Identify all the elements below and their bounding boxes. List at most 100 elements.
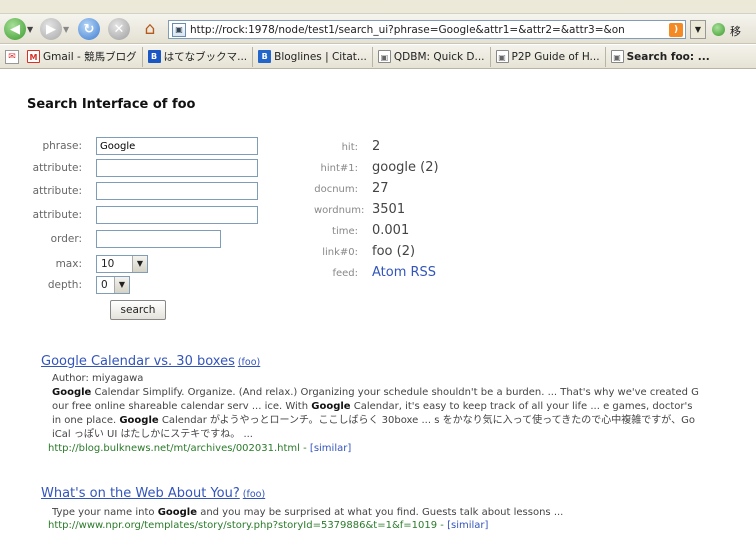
stat-docnum: docnum: 27 bbox=[314, 181, 389, 196]
result-url-separator: - bbox=[299, 443, 310, 454]
go-icon[interactable] bbox=[712, 23, 725, 36]
result-title-link[interactable]: What's on the Web About You? (foo) bbox=[41, 486, 265, 501]
stat-feed: feed: Atom RSS bbox=[314, 265, 436, 280]
page-content: Search Interface of foo phrase: attribut… bbox=[0, 70, 756, 554]
address-dropdown-icon[interactable]: ▼ bbox=[690, 20, 706, 39]
max-select[interactable]: 10 ▼ bbox=[96, 255, 148, 273]
order-input[interactable] bbox=[96, 230, 221, 248]
result-tag[interactable]: (foo) bbox=[243, 489, 265, 500]
page-icon: ▣ bbox=[610, 50, 624, 63]
bookmark-label: P2P Guide of H... bbox=[511, 50, 600, 63]
result-url-separator: - bbox=[437, 520, 448, 531]
similar-link[interactable]: [similar] bbox=[310, 443, 351, 454]
stat-label: feed: bbox=[332, 268, 358, 279]
stat-label: hint#1: bbox=[320, 163, 359, 174]
order-row: order: bbox=[26, 230, 221, 248]
result-snippet-line: Google Calendar Simplify. Organize. (And… bbox=[52, 387, 699, 398]
similar-link[interactable]: [similar] bbox=[447, 520, 488, 531]
page-icon: ▣ bbox=[377, 50, 391, 63]
hatena-icon: B bbox=[147, 50, 161, 63]
stat-label: docnum: bbox=[314, 184, 358, 195]
bookmark-p2p-guide[interactable]: ▣ P2P Guide of H... bbox=[491, 46, 606, 67]
stat-hit: hit: 2 bbox=[314, 139, 381, 154]
back-dropdown-icon[interactable]: ▼ bbox=[27, 25, 33, 34]
search-button[interactable]: search bbox=[110, 300, 166, 320]
bookmark-search-foo[interactable]: ▣ Search foo: ... bbox=[606, 47, 715, 67]
order-label: order: bbox=[50, 233, 82, 245]
chevron-down-icon[interactable]: ▼ bbox=[132, 256, 147, 272]
window-title-strip bbox=[0, 0, 756, 14]
bookmark-hatena[interactable]: B はてなブックマ... bbox=[143, 46, 254, 67]
page-icon: ▣ bbox=[495, 50, 509, 63]
attribute-label: attribute: bbox=[32, 209, 82, 221]
result-url-line: http://blog.bulknews.net/mt/archives/002… bbox=[48, 443, 351, 454]
bookmark-label: Search foo: ... bbox=[626, 50, 710, 63]
stat-value: 27 bbox=[372, 181, 389, 196]
bookmark-qdbm[interactable]: ▣ QDBM: Quick D... bbox=[373, 46, 491, 67]
stat-value: google (2) bbox=[372, 160, 439, 175]
page-icon: ▣ bbox=[172, 22, 186, 37]
result-snippet-line: iCal っぽい UI はたしかにステキですね。 ... bbox=[52, 429, 253, 440]
phrase-row: phrase: bbox=[26, 137, 258, 155]
stat-label: wordnum: bbox=[314, 205, 365, 216]
gmail-icon: M bbox=[27, 50, 40, 63]
stat-wordnum: wordnum: 3501 bbox=[314, 202, 405, 217]
bookmarks-toolbar: ✉ M Gmail - 競馬ブログ B はてなブックマ... B Bloglin… bbox=[0, 45, 756, 69]
bookmark-gmail[interactable]: M Gmail - 競馬ブログ bbox=[22, 46, 143, 67]
keyword-highlight: Google bbox=[52, 387, 92, 398]
result-title[interactable]: Google Calendar vs. 30 boxes bbox=[41, 354, 235, 369]
attribute-input-2[interactable] bbox=[96, 182, 258, 200]
stat-label: hit: bbox=[341, 142, 358, 153]
attribute-input-3[interactable] bbox=[96, 206, 258, 224]
result-snippet-line: in one place. Google Calendar がようやっとローンチ… bbox=[52, 415, 695, 426]
go-button-label[interactable]: 移 bbox=[730, 23, 741, 39]
bloglines-icon: B bbox=[258, 50, 272, 63]
keyword-highlight: Google bbox=[311, 401, 351, 412]
bookmarks-folder-icon[interactable]: ✉ bbox=[5, 49, 19, 64]
rss-feed-icon[interactable]: ) bbox=[669, 22, 683, 37]
bookmark-label: はてなブックマ... bbox=[163, 51, 248, 63]
bookmark-label: Bloglines | Citat... bbox=[274, 50, 367, 63]
phrase-label: phrase: bbox=[42, 140, 82, 152]
result-snippet-line: our free online shareable calendar serv … bbox=[52, 401, 693, 412]
bookmark-bloglines[interactable]: B Bloglines | Citat... bbox=[253, 46, 373, 67]
forward-dropdown-icon[interactable]: ▼ bbox=[63, 25, 69, 34]
chevron-down-icon[interactable]: ▼ bbox=[114, 277, 129, 293]
result-title-link[interactable]: Google Calendar vs. 30 boxes (foo) bbox=[41, 354, 260, 369]
address-bar[interactable]: ▣ http://rock:1978/node/test1/search_ui?… bbox=[168, 20, 686, 39]
result-url[interactable]: http://blog.bulknews.net/mt/archives/002… bbox=[48, 443, 300, 454]
attribute-input-1[interactable] bbox=[96, 159, 258, 177]
stat-label: link#0: bbox=[322, 247, 358, 258]
back-arrow-icon[interactable]: ◀ bbox=[4, 18, 26, 40]
depth-select[interactable]: 0 ▼ bbox=[96, 276, 130, 294]
bookmark-label: Gmail - 競馬ブログ bbox=[43, 51, 137, 63]
keyword-highlight: Google bbox=[157, 507, 198, 518]
stat-link: link#0: foo (2) bbox=[314, 244, 415, 259]
navigation-toolbar: ◀ ▼ ▶ ▼ ↻ ✕ ⌂ ▣ http://rock:1978/node/te… bbox=[0, 14, 756, 44]
stat-value[interactable]: foo (2) bbox=[372, 244, 415, 259]
result-tag[interactable]: (foo) bbox=[238, 357, 260, 368]
result-url[interactable]: http://www.npr.org/templates/story/story… bbox=[48, 520, 437, 531]
address-bar-url[interactable]: http://rock:1978/node/test1/search_ui?ph… bbox=[190, 24, 669, 36]
forward-arrow-icon[interactable]: ▶ bbox=[40, 18, 62, 40]
stat-value: 2 bbox=[372, 139, 381, 154]
stat-value: 0.001 bbox=[372, 223, 410, 238]
reload-icon[interactable]: ↻ bbox=[78, 18, 100, 40]
max-row: max: 10 ▼ bbox=[26, 255, 148, 273]
max-select-value: 10 bbox=[101, 258, 115, 270]
stop-icon[interactable]: ✕ bbox=[108, 18, 130, 40]
attribute-row-2: attribute: bbox=[26, 182, 258, 200]
phrase-input[interactable] bbox=[96, 137, 258, 155]
result-author: Author: miyagawa bbox=[52, 373, 144, 384]
keyword-highlight: Google bbox=[119, 415, 159, 426]
depth-select-value: 0 bbox=[101, 279, 108, 291]
result-title[interactable]: What's on the Web About You? bbox=[41, 486, 240, 501]
attribute-row-1: attribute: bbox=[26, 159, 258, 177]
atom-rss-link[interactable]: Atom RSS bbox=[372, 265, 436, 280]
home-icon[interactable]: ⌂ bbox=[138, 18, 162, 40]
attribute-label: attribute: bbox=[32, 185, 82, 197]
stat-time: time: 0.001 bbox=[314, 223, 409, 238]
bookmark-label: QDBM: Quick D... bbox=[393, 50, 485, 63]
attribute-row-3: attribute: bbox=[26, 206, 258, 224]
result-url-line: http://www.npr.org/templates/story/story… bbox=[48, 520, 488, 531]
